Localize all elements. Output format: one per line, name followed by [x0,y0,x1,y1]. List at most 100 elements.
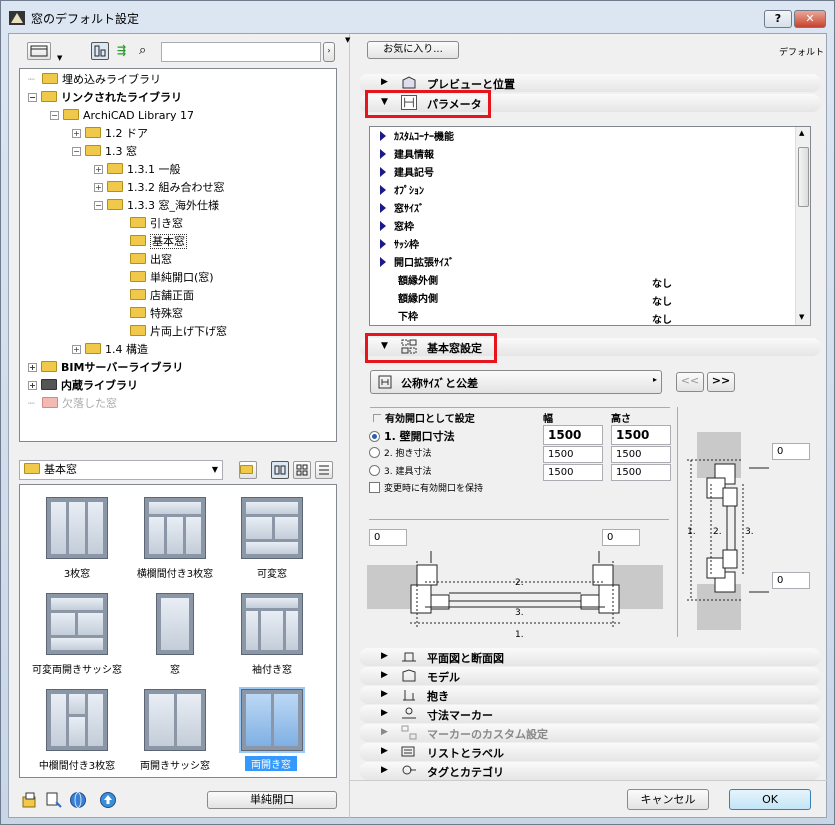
window-thumbnail[interactable] [144,689,206,751]
expand-icon[interactable]: + [28,381,37,390]
filter-green-icon[interactable]: ⇶ [117,44,126,57]
tree-item[interactable]: − ArchiCAD Library 17 [50,107,194,125]
search-input[interactable] [161,42,321,62]
library-manager-icon[interactable] [21,791,39,809]
radio-unit[interactable]: 3. 建具寸法 [369,464,431,477]
param-row[interactable]: 窓ｻｲｽﾞ [380,201,424,219]
window-thumbnail-selected[interactable] [239,687,305,753]
tree-item[interactable]: 出窓 [130,251,172,269]
width-field[interactable]: 1500 [543,464,603,481]
left-offset-field[interactable]: 0 [369,529,407,546]
scroll-down-icon[interactable]: ▼ [799,313,804,321]
param-row[interactable]: ｵﾌﾟｼｮﾝ [380,183,424,201]
tree-item[interactable]: +1.4 構造 [72,341,148,359]
radio-wall-opening[interactable]: 1. 壁開口寸法 [369,428,455,444]
collapse-icon[interactable]: − [94,201,103,210]
prev-button[interactable]: << [676,372,704,392]
search-icon[interactable]: ⌕ [139,43,146,58]
param-row[interactable]: 開口拡張ｻｲｽﾞ [380,255,454,273]
param-row[interactable]: 窓枠 [380,219,414,237]
upload-icon[interactable] [99,791,117,809]
top-offset-field[interactable]: 0 [772,443,810,460]
scroll-up-icon[interactable]: ▲ [799,129,804,137]
globe-icon[interactable] [69,791,87,809]
expand-icon[interactable]: + [72,345,81,354]
folder-select[interactable]: 基本窓 ▼ [19,460,223,480]
radio-reveal[interactable]: 2. 抱き寸法 [369,446,431,459]
help-button[interactable]: ? [764,10,792,28]
param-row[interactable]: ｻｯｼ枠 [380,237,419,255]
expand-icon[interactable]: + [72,129,81,138]
section-reveal[interactable]: ▶ 抱き [359,686,821,704]
tree-item[interactable]: 引き窓 [130,215,183,233]
favorites-button[interactable]: お気に入り... [367,41,459,59]
tree-item[interactable]: − リンクされたライブラリ [28,89,182,107]
pin-icon[interactable] [91,42,109,60]
tree-item[interactable]: ┈ 欠落した窓 [28,395,117,413]
window-thumbnail[interactable] [144,497,206,559]
right-offset-field[interactable]: 0 [602,529,640,546]
close-button[interactable]: ✕ [794,10,826,28]
width-field[interactable]: 1500 [543,425,603,445]
param-row[interactable]: 額縁外側 [398,273,438,291]
next-button[interactable]: >> [707,372,735,392]
param-value[interactable]: なし [652,311,672,325]
collapse-icon[interactable]: − [50,111,59,120]
tree-item-selected[interactable]: 基本窓 [130,233,187,251]
tree-item[interactable]: + BIMサーバーライブラリ [28,359,183,377]
height-field[interactable]: 1500 [611,446,671,463]
section-list-label[interactable]: ▶ リストとラベル [359,743,821,761]
folder-up-icon[interactable] [239,461,257,479]
view-mode-icon[interactable] [27,42,51,60]
expand-icon[interactable]: + [28,363,37,372]
section-model[interactable]: ▶ モデル [359,667,821,685]
tree-item[interactable]: 店舗正面 [130,287,194,305]
view-mode-dropdown-icon[interactable]: ▼ [57,54,62,62]
window-thumbnail[interactable] [241,593,303,655]
scrollbar[interactable]: ▲ ▼ [795,127,810,325]
scroll-thumb[interactable] [798,147,809,207]
param-value[interactable]: なし [652,293,672,308]
section-dimension-marker[interactable]: ▶ 寸法マーカー [359,705,821,723]
tree-item[interactable]: 片両上げ下げ窓 [130,323,227,341]
tree-item[interactable]: 単純開口(窓) [130,269,214,287]
height-field[interactable]: 1500 [611,464,671,481]
window-thumbnail[interactable] [46,497,108,559]
tree-item[interactable]: 特殊窓 [130,305,183,323]
expand-icon[interactable]: + [94,165,103,174]
section-plan[interactable]: ▶ 平面図と断面図 [359,648,821,666]
tree-item[interactable]: +1.2 ドア [72,125,148,143]
object-tool-icon[interactable] [45,791,63,809]
search-go-button[interactable]: › [323,42,335,62]
window-thumbnail[interactable] [46,689,108,751]
section-tags[interactable]: ▶ タグとカテゴリ [359,762,821,780]
small-thumbnail-icon[interactable] [293,461,311,479]
param-value[interactable]: なし [652,275,672,290]
tree-item[interactable]: +1.3.2 組み合わせ窓 [94,179,225,197]
tree-item[interactable]: ┈ 埋め込みライブラリ [28,71,161,89]
window-thumbnail[interactable] [241,497,303,559]
keep-opening-checkbox[interactable]: 変更時に有効開口を保持 [369,481,483,494]
collapse-icon[interactable]: − [28,93,37,102]
effective-opening-checkbox[interactable]: 有効開口として設定 [373,410,475,425]
param-row[interactable]: 建具情報 [380,147,434,165]
section-marker-custom[interactable]: ▶ マーカーのカスタム設定 [359,724,821,742]
tree-item[interactable]: +1.3.1 一般 [94,161,181,179]
bottom-offset-field[interactable]: 0 [772,572,810,589]
param-row[interactable]: 額縁内側 [398,291,438,309]
height-field[interactable]: 1500 [611,425,671,445]
list-icon[interactable] [315,461,333,479]
param-row[interactable]: ｶｽﾀﾑｺｰﾅｰ機能 [380,129,454,147]
large-thumbnail-icon[interactable] [271,461,289,479]
param-row[interactable]: 建具記号 [380,165,434,183]
cancel-button[interactable]: キャンセル [627,789,709,810]
simple-opening-button[interactable]: 単純開口 [207,791,337,809]
tree-item[interactable]: + 内蔵ライブラリ [28,377,138,395]
collapse-left-icon[interactable]: ▼ [345,36,350,44]
param-row[interactable]: 下枠 [398,309,418,325]
tree-item[interactable]: −1.3 窓 [72,143,137,161]
collapse-icon[interactable]: − [72,147,81,156]
width-field[interactable]: 1500 [543,446,603,463]
window-thumbnail[interactable] [156,593,194,655]
preset-dropdown[interactable]: 公称ｻｲｽﾞと公差 ▸ [370,370,662,394]
